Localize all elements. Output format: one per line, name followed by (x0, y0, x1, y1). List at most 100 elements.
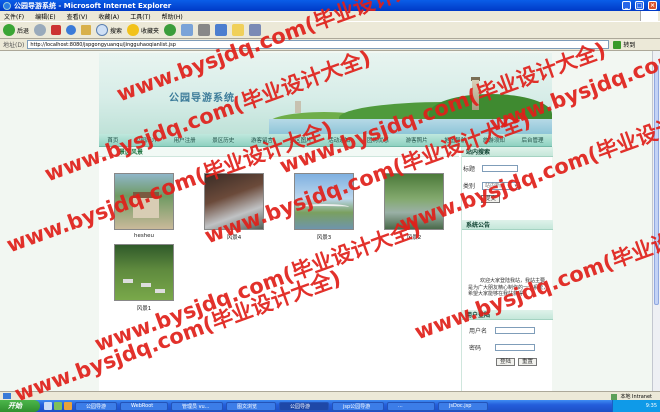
username-label: 用户名 (469, 328, 488, 335)
type-select[interactable]: 站内新闻 ▾ (482, 181, 520, 190)
maximize-button[interactable]: □ (635, 1, 644, 10)
close-button[interactable]: × (648, 1, 657, 10)
gallery-image[interactable] (294, 173, 354, 230)
intranet-icon (611, 393, 618, 400)
nav-item-photos[interactable]: 游客照片 (406, 136, 428, 144)
favorites-button[interactable]: 收藏夹 (127, 24, 159, 36)
print-icon[interactable] (198, 24, 211, 36)
nav-item-map[interactable]: 地图导航 (444, 136, 466, 144)
refresh-icon[interactable] (66, 25, 77, 35)
menu-view[interactable]: 查看(V) (67, 12, 88, 21)
site-nav: 首页 公园简介 用户注册 景区历史 游客留言 景区图片 活动通知 团购优惠 游客… (99, 134, 552, 147)
password-input[interactable] (495, 344, 535, 351)
go-label: 转到 (623, 42, 636, 49)
search-submit-button[interactable]: 提交 (481, 195, 501, 203)
history-icon[interactable] (164, 24, 177, 36)
start-button[interactable]: 开始 (0, 400, 40, 412)
menu-file[interactable]: 文件(F) (4, 12, 24, 21)
nav-item-tips[interactable]: 旅游须知 (483, 136, 505, 144)
clock: 9:35 (645, 403, 657, 409)
ie-icon (3, 1, 11, 10)
forward-arrow-icon[interactable] (34, 24, 47, 36)
vertical-scrollbar[interactable] (652, 51, 660, 391)
menu-help[interactable]: 帮助(H) (162, 12, 183, 21)
taskbar-item[interactable]: ... (387, 401, 435, 411)
nav-item-events[interactable]: 活动通知 (328, 136, 350, 144)
banner-lake (269, 119, 552, 134)
sidebar: 站内搜索 标题 类别 站内新闻 ▾ 提交 系统公告 欢迎大家登陆我站，我站主要是… (461, 147, 553, 391)
back-button[interactable]: 后退 (3, 24, 29, 36)
nav-item-group-buy[interactable]: 团购优惠 (367, 136, 389, 144)
gallery-item[interactable]: 风景2 (384, 173, 444, 241)
taskbar-item[interactable]: jsDoc.jsp (438, 401, 488, 411)
nav-item-guestbook[interactable]: 游客留言 (251, 136, 273, 144)
gallery-image[interactable] (114, 173, 174, 230)
gallery-item[interactable]: 风景3 (294, 173, 354, 241)
quick-launch-icon[interactable] (54, 402, 62, 410)
notice-heading: 系统公告 (462, 220, 553, 230)
taskbar-item[interactable]: jsp公园导游 (332, 401, 384, 411)
section-heading: 景区风景 (99, 147, 459, 157)
gallery-item[interactable]: 风景1 (114, 244, 174, 312)
gallery-caption[interactable]: 风景2 (384, 233, 444, 241)
search-icon (96, 24, 109, 36)
gallery-image[interactable] (204, 173, 264, 230)
taskbar-item[interactable]: 公园导游 (75, 401, 117, 411)
menu-edit[interactable]: 编辑(E) (35, 12, 55, 21)
gallery-caption[interactable]: 风景1 (114, 304, 174, 312)
window-title-bar: 公园导游系统 - Microsoft Internet Explorer _ □… (0, 0, 660, 11)
login-panel: 用户登陆 用户名 密码 登陆 重置 (462, 310, 553, 366)
nav-item-intro[interactable]: 公园简介 (135, 136, 157, 144)
gallery-caption[interactable]: 风景3 (294, 233, 354, 241)
gallery-image[interactable] (114, 244, 174, 301)
search-button[interactable]: 搜索 (96, 24, 122, 36)
minimize-button[interactable]: _ (622, 1, 631, 10)
banner-pavilion (295, 101, 301, 113)
gallery-image[interactable] (384, 173, 444, 230)
reset-button[interactable]: 重置 (518, 358, 538, 366)
zone-label: 本地 Intranet (620, 394, 652, 400)
scrollbar-thumb[interactable] (654, 65, 659, 305)
title-input[interactable] (482, 165, 518, 172)
nav-item-scenery[interactable]: 景区图片 (290, 136, 312, 144)
address-bar: 地址(D) http://localhost:8080/jspgongyuanq… (0, 39, 660, 50)
system-tray: 9:35 (612, 400, 660, 412)
type-select-value: 站内新闻 (485, 183, 506, 189)
banner-pagoda (472, 80, 479, 110)
taskbar-item[interactable]: 图文浏览 (226, 401, 276, 411)
taskbar-item[interactable]: 管理员 vu... (171, 401, 223, 411)
mail-icon[interactable] (181, 24, 194, 36)
edit-icon[interactable] (215, 24, 228, 36)
login-button[interactable]: 登陆 (496, 358, 516, 366)
address-input[interactable]: http://localhost:8080/jspgongyuanqu/jing… (27, 40, 610, 49)
browser-toolbar: 后退 搜索 收藏夹 (0, 21, 660, 39)
gallery-item[interactable]: hesheu (114, 173, 174, 239)
menu-favorites[interactable]: 收藏(A) (98, 12, 119, 21)
home-icon[interactable] (81, 25, 92, 35)
address-label: 地址(D) (3, 42, 25, 49)
nav-item-home[interactable]: 首页 (107, 136, 118, 144)
messenger-icon[interactable] (249, 24, 262, 36)
nav-item-history[interactable]: 景区历史 (212, 136, 234, 144)
menu-bar: 文件(F) 编辑(E) 查看(V) 收藏(A) 工具(T) 帮助(H) (0, 11, 660, 21)
folder-icon[interactable] (232, 24, 245, 36)
go-button[interactable]: 转到 (613, 40, 635, 49)
quick-launch-icon[interactable] (44, 402, 52, 410)
gallery-caption[interactable]: 风景4 (204, 233, 264, 241)
menu-tools[interactable]: 工具(T) (130, 12, 150, 21)
username-input[interactable] (495, 327, 535, 334)
title-label: 标题 (463, 166, 476, 173)
gallery-caption[interactable]: hesheu (114, 233, 174, 239)
taskbar-item[interactable]: 公园导游 (279, 401, 329, 411)
status-bar: 本地 Intranet (0, 391, 660, 400)
window-title: 公园导游系统 - Microsoft Internet Explorer (14, 1, 172, 10)
stop-icon[interactable] (51, 25, 62, 35)
nav-item-admin[interactable]: 后台管理 (522, 136, 544, 144)
go-arrow-icon (613, 40, 622, 49)
taskbar-item[interactable]: WebRoot (120, 401, 168, 411)
quick-launch-icon[interactable] (64, 402, 72, 410)
gallery-item[interactable]: 风景4 (204, 173, 264, 241)
browser-viewport: 公园导游系统 首页 公园简介 用户注册 景区历史 游客留言 景区图片 活动通知 … (0, 50, 660, 391)
nav-item-register[interactable]: 用户注册 (174, 136, 196, 144)
site-title: 公园导游系统 (169, 93, 235, 104)
